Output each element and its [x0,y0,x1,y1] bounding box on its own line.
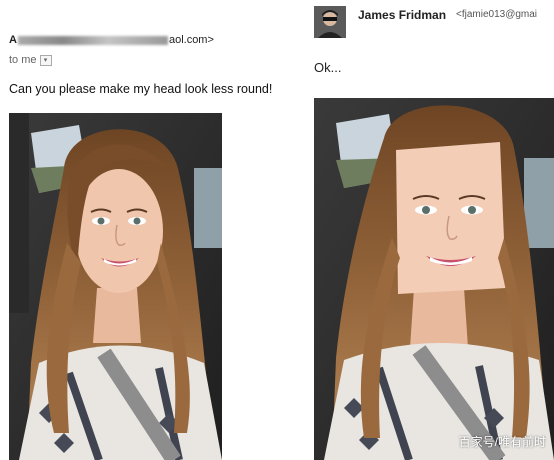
sender-initial: A [9,34,17,46]
avatar-photo [314,6,346,38]
redacted-sender-address [17,35,168,45]
sender-email: <fjamie013@gmai [456,9,538,20]
right-email-panel: James Fridman <fjamie013@gmai Ok... 百家号/… [304,0,554,460]
edited-photo [314,98,554,460]
watermark: 百家号/唯有前时 [458,435,546,449]
original-photo [9,113,222,460]
original-photo-image [9,113,222,460]
left-email-panel: Aaol.com> to me ▾ Can you please make my … [0,0,300,460]
reply-message: Ok... [314,60,342,75]
sender-line: Aaol.com> [9,34,214,46]
edited-photo-image [314,98,554,460]
email-message: Can you please make my head look less ro… [9,82,273,96]
chevron-down-icon[interactable]: ▾ [39,54,52,66]
recipient-label: to me [9,54,37,66]
sender-name: James Fridman [358,8,447,22]
recipient-line: to me ▾ [9,54,52,66]
sender-domain: aol.com> [168,34,214,46]
avatar[interactable] [314,6,346,38]
